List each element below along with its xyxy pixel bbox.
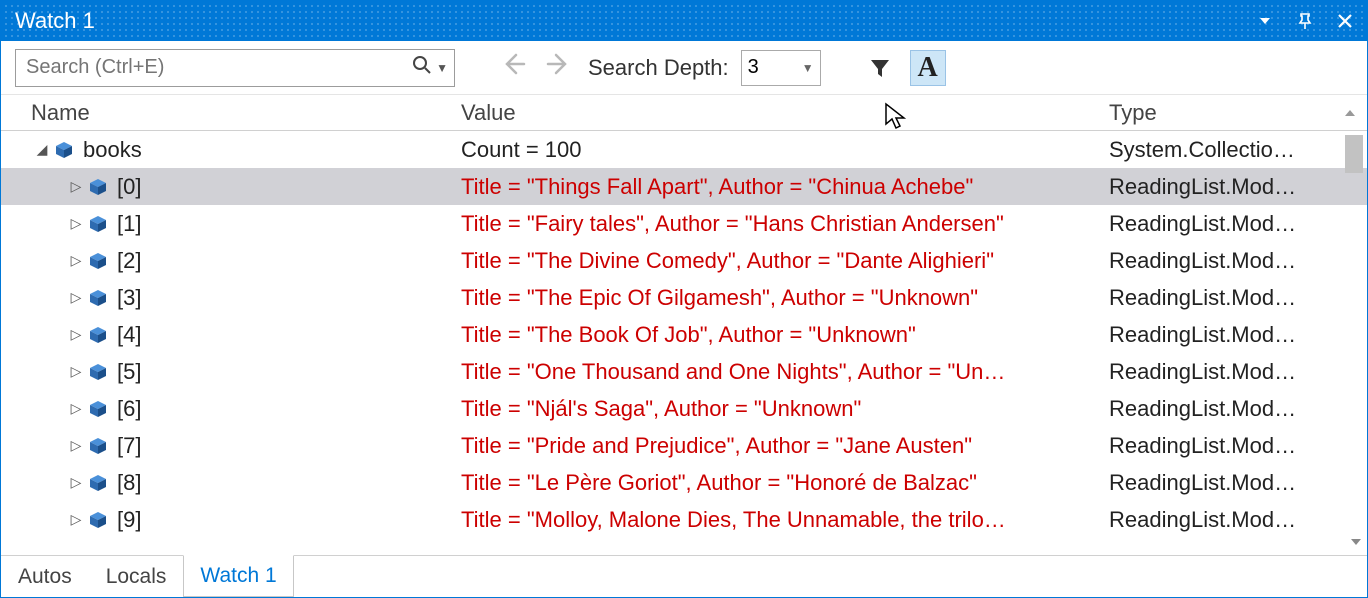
nav-forward-icon[interactable]: [542, 51, 576, 84]
column-header-value[interactable]: Value: [461, 100, 1109, 126]
watch-row[interactable]: ▷ [9] Title = "Molloy, Malone Dies, The Un…: [1, 501, 1367, 538]
watch-row[interactable]: ▷ [7] Title = "Pride and Prejudice", Autho…: [1, 427, 1367, 464]
expand-icon[interactable]: ▷: [65, 437, 87, 454]
tab-locals[interactable]: Locals: [89, 556, 184, 597]
collapse-icon[interactable]: ◢: [31, 141, 53, 158]
row-type: System.Collectio…: [1109, 137, 1367, 163]
tab-watch 1[interactable]: Watch 1: [183, 555, 293, 597]
row-name: [3]: [117, 285, 141, 311]
row-type: ReadingList.Mod…: [1109, 433, 1367, 459]
column-header-name[interactable]: Name: [31, 100, 461, 126]
watch-row[interactable]: ▷ [6] Title = "Njál's Saga", Author = "Unk…: [1, 390, 1367, 427]
row-name: [6]: [117, 396, 141, 422]
watch-row[interactable]: ▷ [1] Title = "Fairy tales", Author = "Han…: [1, 205, 1367, 242]
row-type: ReadingList.Mod…: [1109, 507, 1367, 533]
row-name: [2]: [117, 248, 141, 274]
search-depth-label: Search Depth:: [588, 55, 729, 81]
titlebar-texture: [1, 1, 1367, 41]
row-type: ReadingList.Mod…: [1109, 359, 1367, 385]
row-type: ReadingList.Mod…: [1109, 396, 1367, 422]
watch-row[interactable]: ▷ [0] Title = "Things Fall Apart", Author …: [1, 168, 1367, 205]
watch-row[interactable]: ▷ [8] Title = "Le Père Goriot", Author = "…: [1, 464, 1367, 501]
row-value: Title = "Molloy, Malone Dies, The Unnama…: [461, 507, 1109, 533]
search-dropdown-icon[interactable]: ▼: [436, 61, 448, 75]
row-name: [9]: [117, 507, 141, 533]
row-name: [1]: [117, 211, 141, 237]
object-icon: [87, 213, 109, 235]
text-a-icon: A: [918, 52, 938, 84]
row-value: Title = "The Book Of Job", Author = "Unk…: [461, 322, 1109, 348]
toolbar: ▼ Search Depth: 3 ▼ A: [1, 41, 1367, 95]
titlebar: Watch 1: [1, 1, 1367, 41]
expand-icon[interactable]: ▷: [65, 326, 87, 343]
object-icon: [87, 250, 109, 272]
row-value: Title = "One Thousand and One Nights", A…: [461, 359, 1109, 385]
tab-autos[interactable]: Autos: [1, 556, 89, 597]
row-name: [8]: [117, 470, 141, 496]
row-name: [4]: [117, 322, 141, 348]
row-name: [5]: [117, 359, 141, 385]
row-type: ReadingList.Mod…: [1109, 211, 1367, 237]
watch-row-root[interactable]: ◢ books Count = 100System.Collectio…: [1, 131, 1367, 168]
object-icon: [87, 509, 109, 531]
expand-icon[interactable]: ▷: [65, 215, 87, 232]
row-value: Title = "Njál's Saga", Author = "Unknown…: [461, 396, 1109, 422]
row-value: Title = "Things Fall Apart", Author = "C…: [461, 174, 1109, 200]
scrollbar[interactable]: [1345, 131, 1363, 555]
row-value: Title = "The Epic Of Gilgamesh", Author …: [461, 285, 1109, 311]
expand-icon[interactable]: ▷: [65, 252, 87, 269]
expand-icon[interactable]: ▷: [65, 178, 87, 195]
watch-row[interactable]: ▷ [4] Title = "The Book Of Job", Author = …: [1, 316, 1367, 353]
expand-icon[interactable]: ▷: [65, 400, 87, 417]
object-icon: [87, 176, 109, 198]
row-value: Title = "The Divine Comedy", Author = "D…: [461, 248, 1109, 274]
row-type: ReadingList.Mod…: [1109, 174, 1367, 200]
search-input[interactable]: [26, 56, 412, 79]
watch-grid: ◢ books Count = 100System.Collectio… ▷ [0] Ti…: [1, 131, 1367, 555]
grid-header: Name Value Type: [1, 95, 1367, 131]
row-value: Title = "Fairy tales", Author = "Hans Ch…: [461, 211, 1109, 237]
filter-button[interactable]: [862, 50, 898, 86]
row-value: Count = 100: [461, 137, 1109, 163]
chevron-down-icon: ▼: [802, 61, 814, 75]
row-value: Title = "Le Père Goriot", Author = "Hono…: [461, 470, 1109, 496]
scroll-down-icon[interactable]: [1349, 532, 1363, 555]
object-icon: [87, 361, 109, 383]
expand-icon[interactable]: ▷: [65, 289, 87, 306]
watch-row[interactable]: ▷ [2] Title = "The Divine Comedy", Author …: [1, 242, 1367, 279]
expand-icon[interactable]: ▷: [65, 363, 87, 380]
scroll-thumb[interactable]: [1345, 135, 1363, 173]
search-input-wrapper[interactable]: ▼: [15, 49, 455, 87]
text-visualizer-button[interactable]: A: [910, 50, 946, 86]
row-type: ReadingList.Mod…: [1109, 322, 1367, 348]
search-depth-value: 3: [748, 56, 759, 79]
object-icon: [87, 472, 109, 494]
bottom-tabs: AutosLocalsWatch 1: [1, 555, 1367, 597]
object-icon: [87, 435, 109, 457]
object-icon: [87, 324, 109, 346]
expand-icon[interactable]: ▷: [65, 474, 87, 491]
window-menu-icon[interactable]: [1251, 7, 1279, 35]
watch-row[interactable]: ▷ [3] Title = "The Epic Of Gilgamesh", Aut…: [1, 279, 1367, 316]
scroll-up-icon[interactable]: [1343, 100, 1357, 126]
window-title: Watch 1: [15, 8, 95, 34]
object-icon: [53, 139, 75, 161]
column-header-type[interactable]: Type: [1109, 100, 1367, 126]
object-icon: [87, 398, 109, 420]
close-icon[interactable]: [1331, 7, 1359, 35]
expand-icon[interactable]: ▷: [65, 511, 87, 528]
watch-row[interactable]: ▷ [5] Title = "One Thousand and One Nights…: [1, 353, 1367, 390]
row-value: Title = "Pride and Prejudice", Author = …: [461, 433, 1109, 459]
row-type: ReadingList.Mod…: [1109, 285, 1367, 311]
row-name: [7]: [117, 433, 141, 459]
row-name: books: [83, 137, 142, 163]
search-depth-select[interactable]: 3 ▼: [741, 50, 821, 86]
row-type: ReadingList.Mod…: [1109, 248, 1367, 274]
row-type: ReadingList.Mod…: [1109, 470, 1367, 496]
nav-back-icon[interactable]: [496, 51, 530, 84]
pin-icon[interactable]: [1291, 7, 1319, 35]
object-icon: [87, 287, 109, 309]
row-name: [0]: [117, 174, 141, 200]
search-icon[interactable]: [412, 55, 432, 81]
